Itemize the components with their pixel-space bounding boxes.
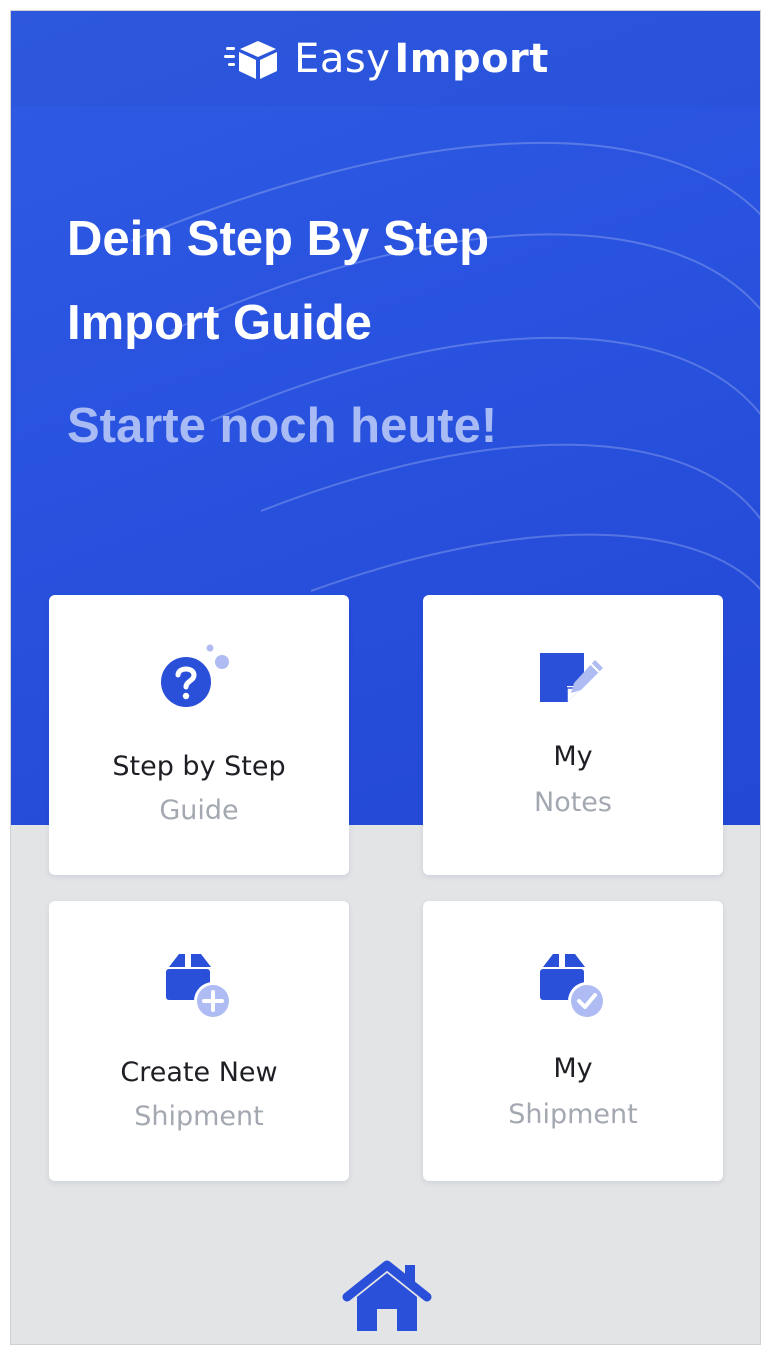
card-subtitle: Shipment (134, 1101, 264, 1132)
note-edit-icon (540, 653, 603, 702)
package-check-icon (540, 954, 606, 1020)
app-logo: Easy Import (11, 31, 760, 87)
package-logo-icon (224, 41, 278, 79)
brand-name-bold: Import (394, 36, 549, 82)
card-title: My (553, 1053, 593, 1084)
home-icon[interactable] (341, 1259, 433, 1335)
headline-line-2: Import Guide (67, 296, 372, 350)
card-subtitle: Shipment (508, 1099, 638, 1130)
card-title: Create New (120, 1057, 278, 1088)
card-title: My (553, 741, 593, 772)
card-title: Step by Step (112, 751, 286, 782)
brand-name-light: Easy (294, 36, 391, 82)
help-circle-icon (161, 644, 229, 707)
hero-headline: Dein Step By Step Import Guide (67, 197, 667, 365)
package-add-icon (166, 954, 232, 1020)
card-subtitle: Notes (534, 787, 612, 818)
card-subtitle: Guide (159, 795, 239, 826)
card-my-notes[interactable]: My Notes (423, 595, 723, 875)
headline-line-1: Dein Step By Step (67, 212, 490, 266)
card-step-by-step-guide[interactable]: Step by Step Guide (49, 595, 349, 875)
card-my-shipment[interactable]: My Shipment (423, 901, 723, 1181)
app-screen: Easy Import Dein Step By Step Import Guid… (10, 10, 761, 1345)
hero-tagline: Starte noch heute! (67, 399, 498, 453)
card-create-new-shipment[interactable]: Create New Shipment (49, 901, 349, 1181)
